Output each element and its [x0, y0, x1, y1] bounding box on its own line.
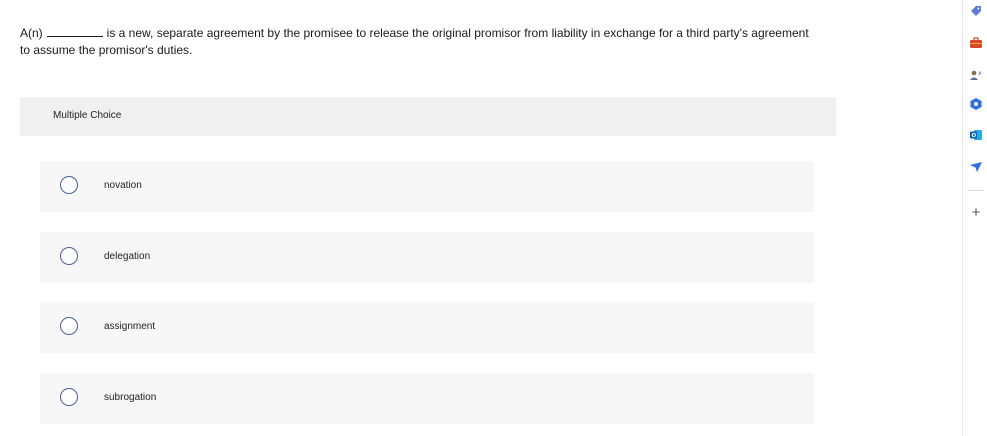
option-assignment[interactable]: assignment [40, 302, 814, 353]
options-list: novation delegation assignment subrogati… [20, 136, 836, 436]
answer-blank [46, 25, 103, 37]
add-icon[interactable]: + [969, 205, 983, 220]
question-prefix: A(n) [20, 26, 43, 40]
briefcase-icon[interactable] [969, 36, 983, 50]
radio-button[interactable] [60, 247, 78, 265]
option-label: delegation [104, 251, 151, 262]
main-content: A(n) is a new, separate agreement by the … [0, 0, 962, 436]
radio-button[interactable] [60, 176, 78, 194]
option-novation[interactable]: novation [40, 161, 814, 212]
gem-icon[interactable] [969, 97, 983, 111]
people-icon[interactable]: x [969, 68, 983, 82]
browser-sidebar: x O + [962, 0, 987, 436]
option-label: novation [104, 180, 142, 191]
question-text: A(n) is a new, separate agreement by the … [20, 25, 840, 59]
svg-text:O: O [972, 133, 977, 139]
radio-button[interactable] [60, 388, 78, 406]
outlook-icon[interactable]: O [969, 128, 983, 142]
option-label: subrogation [104, 392, 157, 403]
page: A(n) is a new, separate agreement by the … [0, 0, 987, 436]
option-delegation[interactable]: delegation [40, 232, 814, 283]
svg-text:x: x [978, 70, 982, 77]
option-subrogation[interactable]: subrogation [40, 373, 814, 424]
tag-icon[interactable] [969, 4, 983, 18]
multiple-choice-header: Multiple Choice [20, 97, 836, 136]
question-line1: is a new, separate agreement by the prom… [106, 26, 809, 40]
sidebar-divider [968, 190, 984, 191]
multiple-choice-title: Multiple Choice [53, 110, 122, 121]
option-label: assignment [104, 321, 156, 332]
send-icon[interactable] [969, 160, 983, 174]
multiple-choice-panel: Multiple Choice novation delegation assi… [20, 97, 836, 436]
radio-button[interactable] [60, 317, 78, 335]
question-line2: to assume the promisor's duties. [20, 43, 193, 57]
